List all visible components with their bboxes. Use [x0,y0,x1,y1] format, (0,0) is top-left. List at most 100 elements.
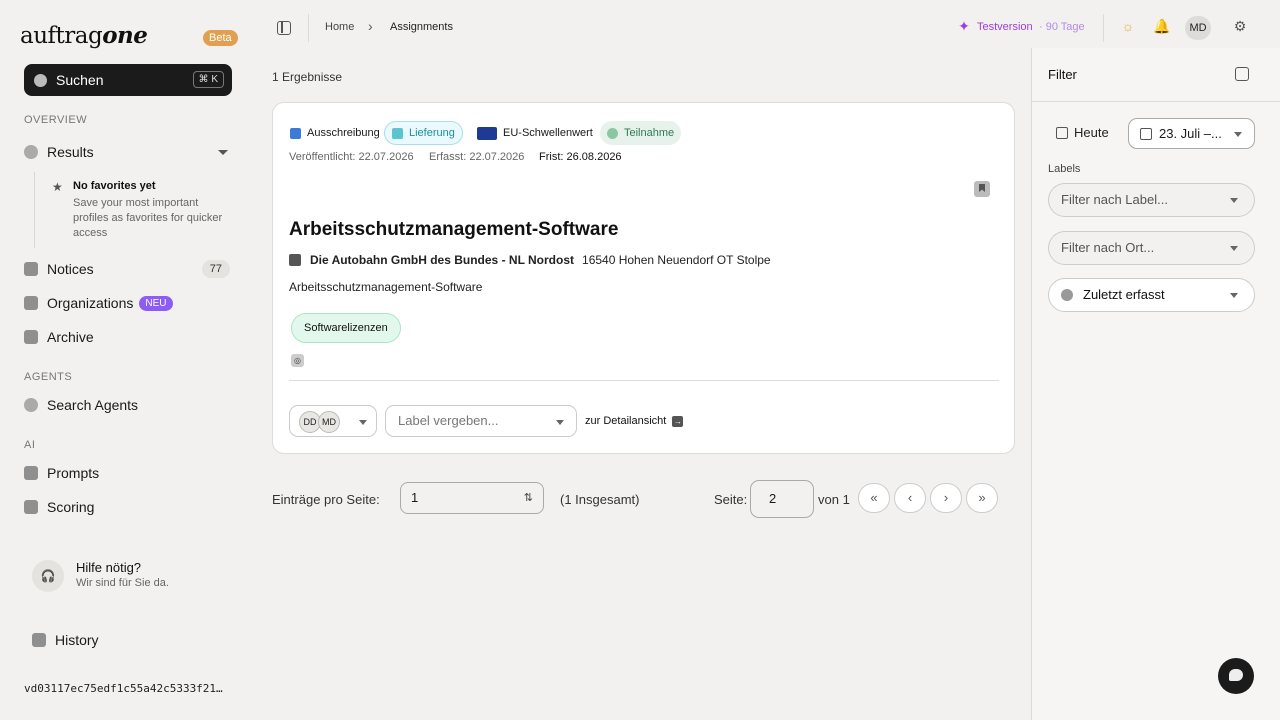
sidebar-toggle-icon[interactable] [277,21,291,35]
chip-icon [24,466,38,480]
chevron-down-icon [1230,293,1238,298]
trial-link[interactable]: Testversion [977,21,1033,33]
eu-flag-icon [477,126,497,140]
results-icon [24,145,38,159]
trial-days: · 90 Tage [1039,21,1085,33]
main-content: Home › Assignments ✦ Testversion · 90 Ta… [256,0,1246,712]
section-agents: AGENTS [24,371,73,383]
assignment-card[interactable]: Ausschreibung Lieferung EU-Schwellenwert… [272,102,1015,454]
sparkle-icon: ✦ [958,18,970,34]
collapse-panel-icon[interactable] [1235,67,1249,81]
assignee-select[interactable]: DD MD [289,405,377,437]
label-filter-placeholder: Filter nach Label... [1061,192,1168,207]
date-range-select[interactable]: 23. Juli –... [1128,118,1255,149]
headset-icon: 🎧 [32,560,64,592]
chevron-down-icon [1230,246,1238,251]
bell-icon[interactable]: 🔔 [1153,18,1170,34]
tag-category: Lieferung [384,121,463,145]
bookmark-icon[interactable] [974,181,990,197]
label-placeholder: Label vergeben... [398,413,499,428]
sidebar-item-label: Notices [47,261,94,277]
organization-name[interactable]: Die Autobahn GmbH des Bundes - NL Nordos… [310,253,574,267]
location-filter-select[interactable]: Filter nach Ort... [1048,231,1255,265]
chat-button[interactable] [1218,658,1254,694]
label-filter-select[interactable]: Filter nach Label... [1048,183,1255,217]
detail-link[interactable]: zur Detailansicht → [585,415,684,427]
sidebar-item-scoring[interactable]: Scoring [24,494,232,520]
page-of: von 1 [818,492,850,507]
category-chip[interactable]: Softwarelizenzen [291,313,401,343]
chevron-down-icon [556,420,564,425]
sort-select[interactable]: Zuletzt erfasst [1048,278,1255,312]
page-input[interactable]: 2 [750,480,814,518]
sidebar-item-label: Scoring [47,499,95,515]
gear-icon[interactable]: ⚙ [1232,18,1248,34]
page-label: Seite: [714,492,748,507]
tag-label: EU-Schwellenwert [503,127,593,139]
history-icon [32,633,46,647]
avatar: MD [318,411,340,433]
per-page-select[interactable]: 1 ⇅ [400,482,544,514]
chevron-right-icon: › [368,18,373,34]
sun-icon[interactable]: ☼ [1120,18,1136,34]
sidebar-item-history[interactable]: History [32,627,240,653]
beta-badge: Beta [203,30,238,46]
search-label: Suchen [56,72,104,88]
chevron-down-icon[interactable] [218,149,228,155]
box-icon [392,127,403,139]
pagination: Einträge pro Seite: 1 ⇅ (1 Insgesamt) Se… [272,480,1015,518]
sidebar-item-notices[interactable]: Notices 77 [24,256,232,282]
document-icon [290,127,301,139]
filter-panel: Filter Heute 23. Juli –... Labels Filter… [1031,48,1280,720]
help-title: Hilfe nötig? [76,560,142,575]
search-button[interactable]: Suchen ⌘ K [24,64,232,96]
divider [289,380,999,381]
chevron-down-icon [359,420,367,425]
sidebar-item-label: Archive [47,329,94,345]
next-page-button[interactable]: › [930,483,962,513]
captured-date: Erfasst: 22.07.2026 [429,151,525,163]
results-count: 1 Ergebnisse [272,70,343,84]
deadline-date: Frist: 26.08.2026 [539,151,622,163]
sidebar-item-label: Organizations [47,295,134,311]
calendar-icon [1140,128,1152,140]
chevron-down-icon [1230,198,1238,203]
tag-label: Teilnahme [624,127,675,139]
prev-page-button[interactable]: ‹ [894,483,926,513]
sidebar-item-results[interactable]: Results [24,139,232,165]
today-label: Heute [1074,125,1109,140]
sidebar-item-label: Results [47,144,94,160]
location-filter-placeholder: Filter nach Ort... [1061,240,1155,255]
sidebar-item-organizations[interactable]: Organizations NEU [24,290,232,316]
search-icon [34,73,47,87]
calendar-icon [1056,126,1068,139]
label-select[interactable]: Label vergeben... [385,405,577,437]
attachment-icon[interactable]: ◎ [291,354,304,367]
sidebar-item-label: History [55,632,99,648]
clock-icon [1061,289,1073,301]
first-page-button[interactable]: « [858,483,890,513]
favorites-title: No favorites yet [73,180,156,192]
sidebar-item-prompts[interactable]: Prompts [24,460,232,486]
per-page-value: 1 [411,490,419,505]
last-page-button[interactable]: » [966,483,998,513]
tag-label: Ausschreibung [307,127,380,139]
user-avatar[interactable]: MD [1185,16,1211,40]
section-overview: OVERVIEW [24,114,88,126]
breadcrumb-home[interactable]: Home [325,21,354,33]
sidebar-item-search-agents[interactable]: Search Agents [24,392,232,418]
building-icon [24,296,38,310]
divider [1032,101,1280,102]
tag-threshold: EU-Schwellenwert [470,121,600,145]
labels-heading: Labels [1048,163,1081,175]
per-page-label: Einträge pro Seite: [272,492,380,507]
app-logo[interactable]: auftragone [20,22,148,49]
published-date: Veröffentlicht: 22.07.2026 [289,151,414,163]
tag-label: Lieferung [409,127,455,139]
card-title[interactable]: Arbeitsschutzmanagement-Software [289,219,618,241]
sidebar-item-archive[interactable]: Archive [24,324,232,350]
today-button[interactable]: Heute [1056,125,1109,140]
detail-link-label: zur Detailansicht [585,415,667,427]
organization-location: 16540 Hohen Neuendorf OT Stolpe [582,253,771,267]
help-box[interactable]: 🎧 Hilfe nötig? Wir sind für Sie da. [32,558,232,594]
